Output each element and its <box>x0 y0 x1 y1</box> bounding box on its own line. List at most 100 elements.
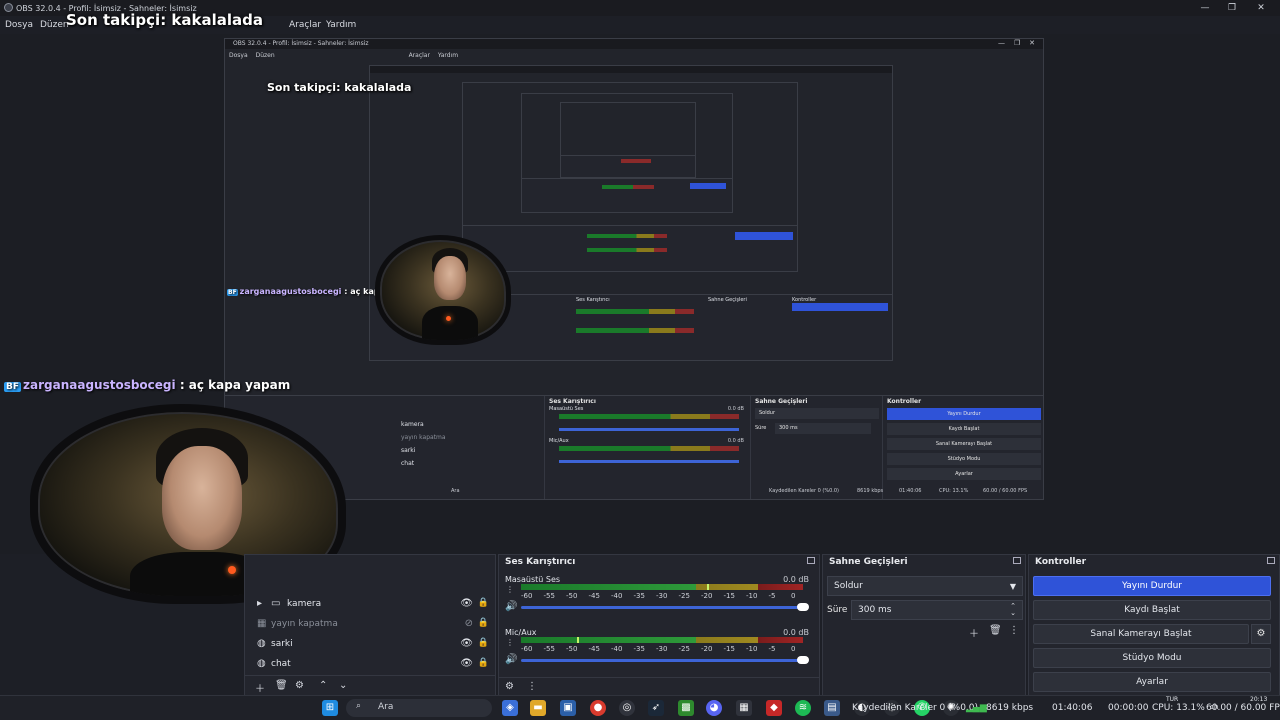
nested-transitions-dock: Sahne Geçişleri Soldur Süre 300 ms <box>753 396 883 499</box>
more-options-icon[interactable]: ⋮ <box>527 681 537 692</box>
maximize-button[interactable]: ❐ <box>1217 0 1247 16</box>
meter-tick-label: -45 <box>588 645 600 653</box>
speaker-icon[interactable]: 🔊 <box>505 601 517 612</box>
sources-dock-edge <box>239 579 241 583</box>
nested-chat-sep: : <box>341 287 351 296</box>
menu-yardim[interactable]: Yardım <box>326 20 356 30</box>
nested-dock-row: kamera yayın kapatma sarki chat Ses Karı… <box>225 395 1043 499</box>
chrome-icon[interactable]: ● <box>590 700 606 716</box>
nested-mixer-slider-2 <box>559 460 739 463</box>
mixer-toolbar: ⚙ ⋮ <box>499 677 819 697</box>
meter-tick-label: -25 <box>678 645 690 653</box>
volume-slider[interactable] <box>521 606 803 609</box>
nested-latest-follower: Son takipçi: kakalalada <box>267 81 412 94</box>
nested-menu-dosya: Dosya <box>229 52 248 59</box>
file-explorer-icon[interactable]: ▬ <box>530 700 546 716</box>
lock-icon[interactable]: 🔒 <box>478 598 489 608</box>
menu-duzen[interactable]: Düzen <box>40 20 69 30</box>
obs-taskbar-icon[interactable]: ◎ <box>619 700 635 716</box>
duration-input[interactable]: 300 ms ⌃ ⌄ <box>851 600 1023 620</box>
meter-tick-label: -30 <box>656 592 668 600</box>
mixer-channel-mic: Mic/Aux 0.0 dB ⋮ -60 -55 -50 -45 -40 -35 -30 -2… <box>503 628 811 678</box>
menu-dosya[interactable]: Dosya <box>5 20 33 30</box>
controls-dock: Kontroller Yayını Durdur Kaydı Başlat Sa… <box>1028 554 1280 698</box>
red-app-icon[interactable]: ◆ <box>766 700 782 716</box>
add-transition-button[interactable]: ＋ <box>969 625 979 640</box>
eye-icon[interactable]: 👁 <box>460 598 473 609</box>
source-row-yayin-kapatma[interactable]: ▦ yayın kapatma ⊘ 🔒 <box>245 614 495 634</box>
settings-button[interactable]: Ayarlar <box>1033 672 1271 692</box>
nested-window-controls: — ❐ ✕ <box>998 39 1035 47</box>
stop-stream-button[interactable]: Yayını Durdur <box>1033 576 1271 596</box>
volume-slider-handle[interactable] <box>797 656 809 664</box>
steam-icon[interactable]: ➶ <box>648 700 664 716</box>
controls-title-text: Kontroller <box>1035 557 1087 567</box>
source-row-chat[interactable]: ◍ chat 👁 🔒 <box>245 654 495 674</box>
volume-slider-handle[interactable] <box>797 603 809 611</box>
clock-time[interactable]: 20:13 <box>1250 696 1267 703</box>
chat-overlay-line: BF zarganaagustosbocegi : aç kapa yapam <box>4 378 290 392</box>
expand-arrow-icon[interactable]: ▸ <box>257 598 268 609</box>
eye-icon[interactable]: 👁 <box>460 658 473 669</box>
minimize-button[interactable]: — <box>1190 0 1220 16</box>
nested-2-accent-button <box>792 303 888 311</box>
nested-obs-window-5 <box>560 102 696 178</box>
eye-icon[interactable]: 👁 <box>460 638 473 649</box>
eye-hidden-icon[interactable]: ⊘ <box>465 618 473 629</box>
volume-slider[interactable] <box>521 659 803 662</box>
latest-follower-overlay: Son takipçi: kakalalada <box>66 11 263 29</box>
source-label: yayın kapatma <box>271 619 338 629</box>
lock-icon[interactable]: 🔒 <box>478 658 489 668</box>
source-row-sarki[interactable]: ◍ sarki 👁 🔒 <box>245 634 495 654</box>
chat-badge-icon: BF <box>4 382 22 392</box>
copilot-icon[interactable]: ◈ <box>502 700 518 716</box>
studio-mode-button[interactable]: Stüdyo Modu <box>1033 648 1271 668</box>
discord-icon[interactable]: ◕ <box>706 700 722 716</box>
lock-icon[interactable]: 🔒 <box>478 618 489 628</box>
windows-start-icon[interactable]: ⊞ <box>322 700 338 716</box>
source-row-kamera[interactable]: ▸ ▭ kamera 👁 🔒 <box>245 594 495 614</box>
start-virtual-camera-button[interactable]: Sanal Kamerayı Başlat <box>1033 624 1249 644</box>
virtual-camera-gear-icon[interactable]: ⚙ <box>1251 624 1271 644</box>
start-recording-button[interactable]: Kaydı Başlat <box>1033 600 1271 620</box>
more-options-icon[interactable]: ⋮ <box>1009 625 1019 636</box>
move-up-icon[interactable]: ⌃ <box>319 680 327 691</box>
menu-araclar[interactable]: Araçlar <box>289 20 321 30</box>
preview-canvas[interactable]: OBS 32.0.4 - Profil: İsimsiz - Sahneler:… <box>0 11 1280 604</box>
move-down-icon[interactable]: ⌄ <box>339 680 347 691</box>
dock-popout-icon[interactable] <box>1013 557 1021 564</box>
minecraft-icon[interactable]: ▩ <box>678 700 694 716</box>
input-language[interactable]: TUR <box>1166 696 1178 703</box>
gear-icon[interactable]: ⚙ <box>295 680 304 691</box>
more-options-icon[interactable]: ⋮ <box>506 638 514 647</box>
channel-db: 0.0 dB <box>783 628 809 637</box>
transitions-title-text: Sahne Geçişleri <box>829 557 908 567</box>
taskbar-search[interactable]: ⌕ Ara <box>346 699 492 717</box>
app-icon-2[interactable]: ▤ <box>824 700 840 716</box>
transition-select[interactable]: Soldur ▼ <box>827 576 1023 596</box>
status-live-time: 01:40:06 <box>1052 703 1093 713</box>
lock-icon[interactable]: 🔒 <box>478 638 489 648</box>
more-options-icon[interactable]: ⋮ <box>506 585 514 594</box>
add-source-button[interactable]: ＋ <box>255 680 265 695</box>
advanced-audio-icon[interactable]: ⚙ <box>505 681 514 692</box>
meter-tick-label: -60 <box>521 592 533 600</box>
trash-icon[interactable]: 🗑 <box>989 625 1002 636</box>
webcam-led <box>228 566 236 574</box>
nested-webcam-mirror <box>375 235 511 345</box>
trash-icon[interactable]: 🗑 <box>275 680 288 691</box>
dock-popout-icon[interactable] <box>1267 557 1275 564</box>
close-button[interactable]: ✕ <box>1246 0 1276 16</box>
peak-marker <box>707 584 710 590</box>
dock-popout-icon[interactable] <box>807 557 815 564</box>
spinner-icon[interactable]: ⌃ ⌄ <box>1010 603 1016 617</box>
meter-tick-label: -5 <box>768 592 776 600</box>
nested-sources-dock: kamera yayın kapatma sarki chat <box>387 396 545 499</box>
app-icon[interactable]: ▦ <box>736 700 752 716</box>
spotify-icon[interactable]: ≋ <box>795 700 811 716</box>
speaker-icon[interactable]: 🔊 <box>505 654 517 665</box>
meter-ticks: -60 -55 -50 -45 -40 -35 -30 -25 -20 -15 -10 -5 0 <box>521 645 803 655</box>
store-icon[interactable]: ▣ <box>560 700 576 716</box>
nested-sources-list: kamera yayın kapatma sarki chat <box>401 418 446 470</box>
meter-tick-label: -10 <box>746 592 758 600</box>
